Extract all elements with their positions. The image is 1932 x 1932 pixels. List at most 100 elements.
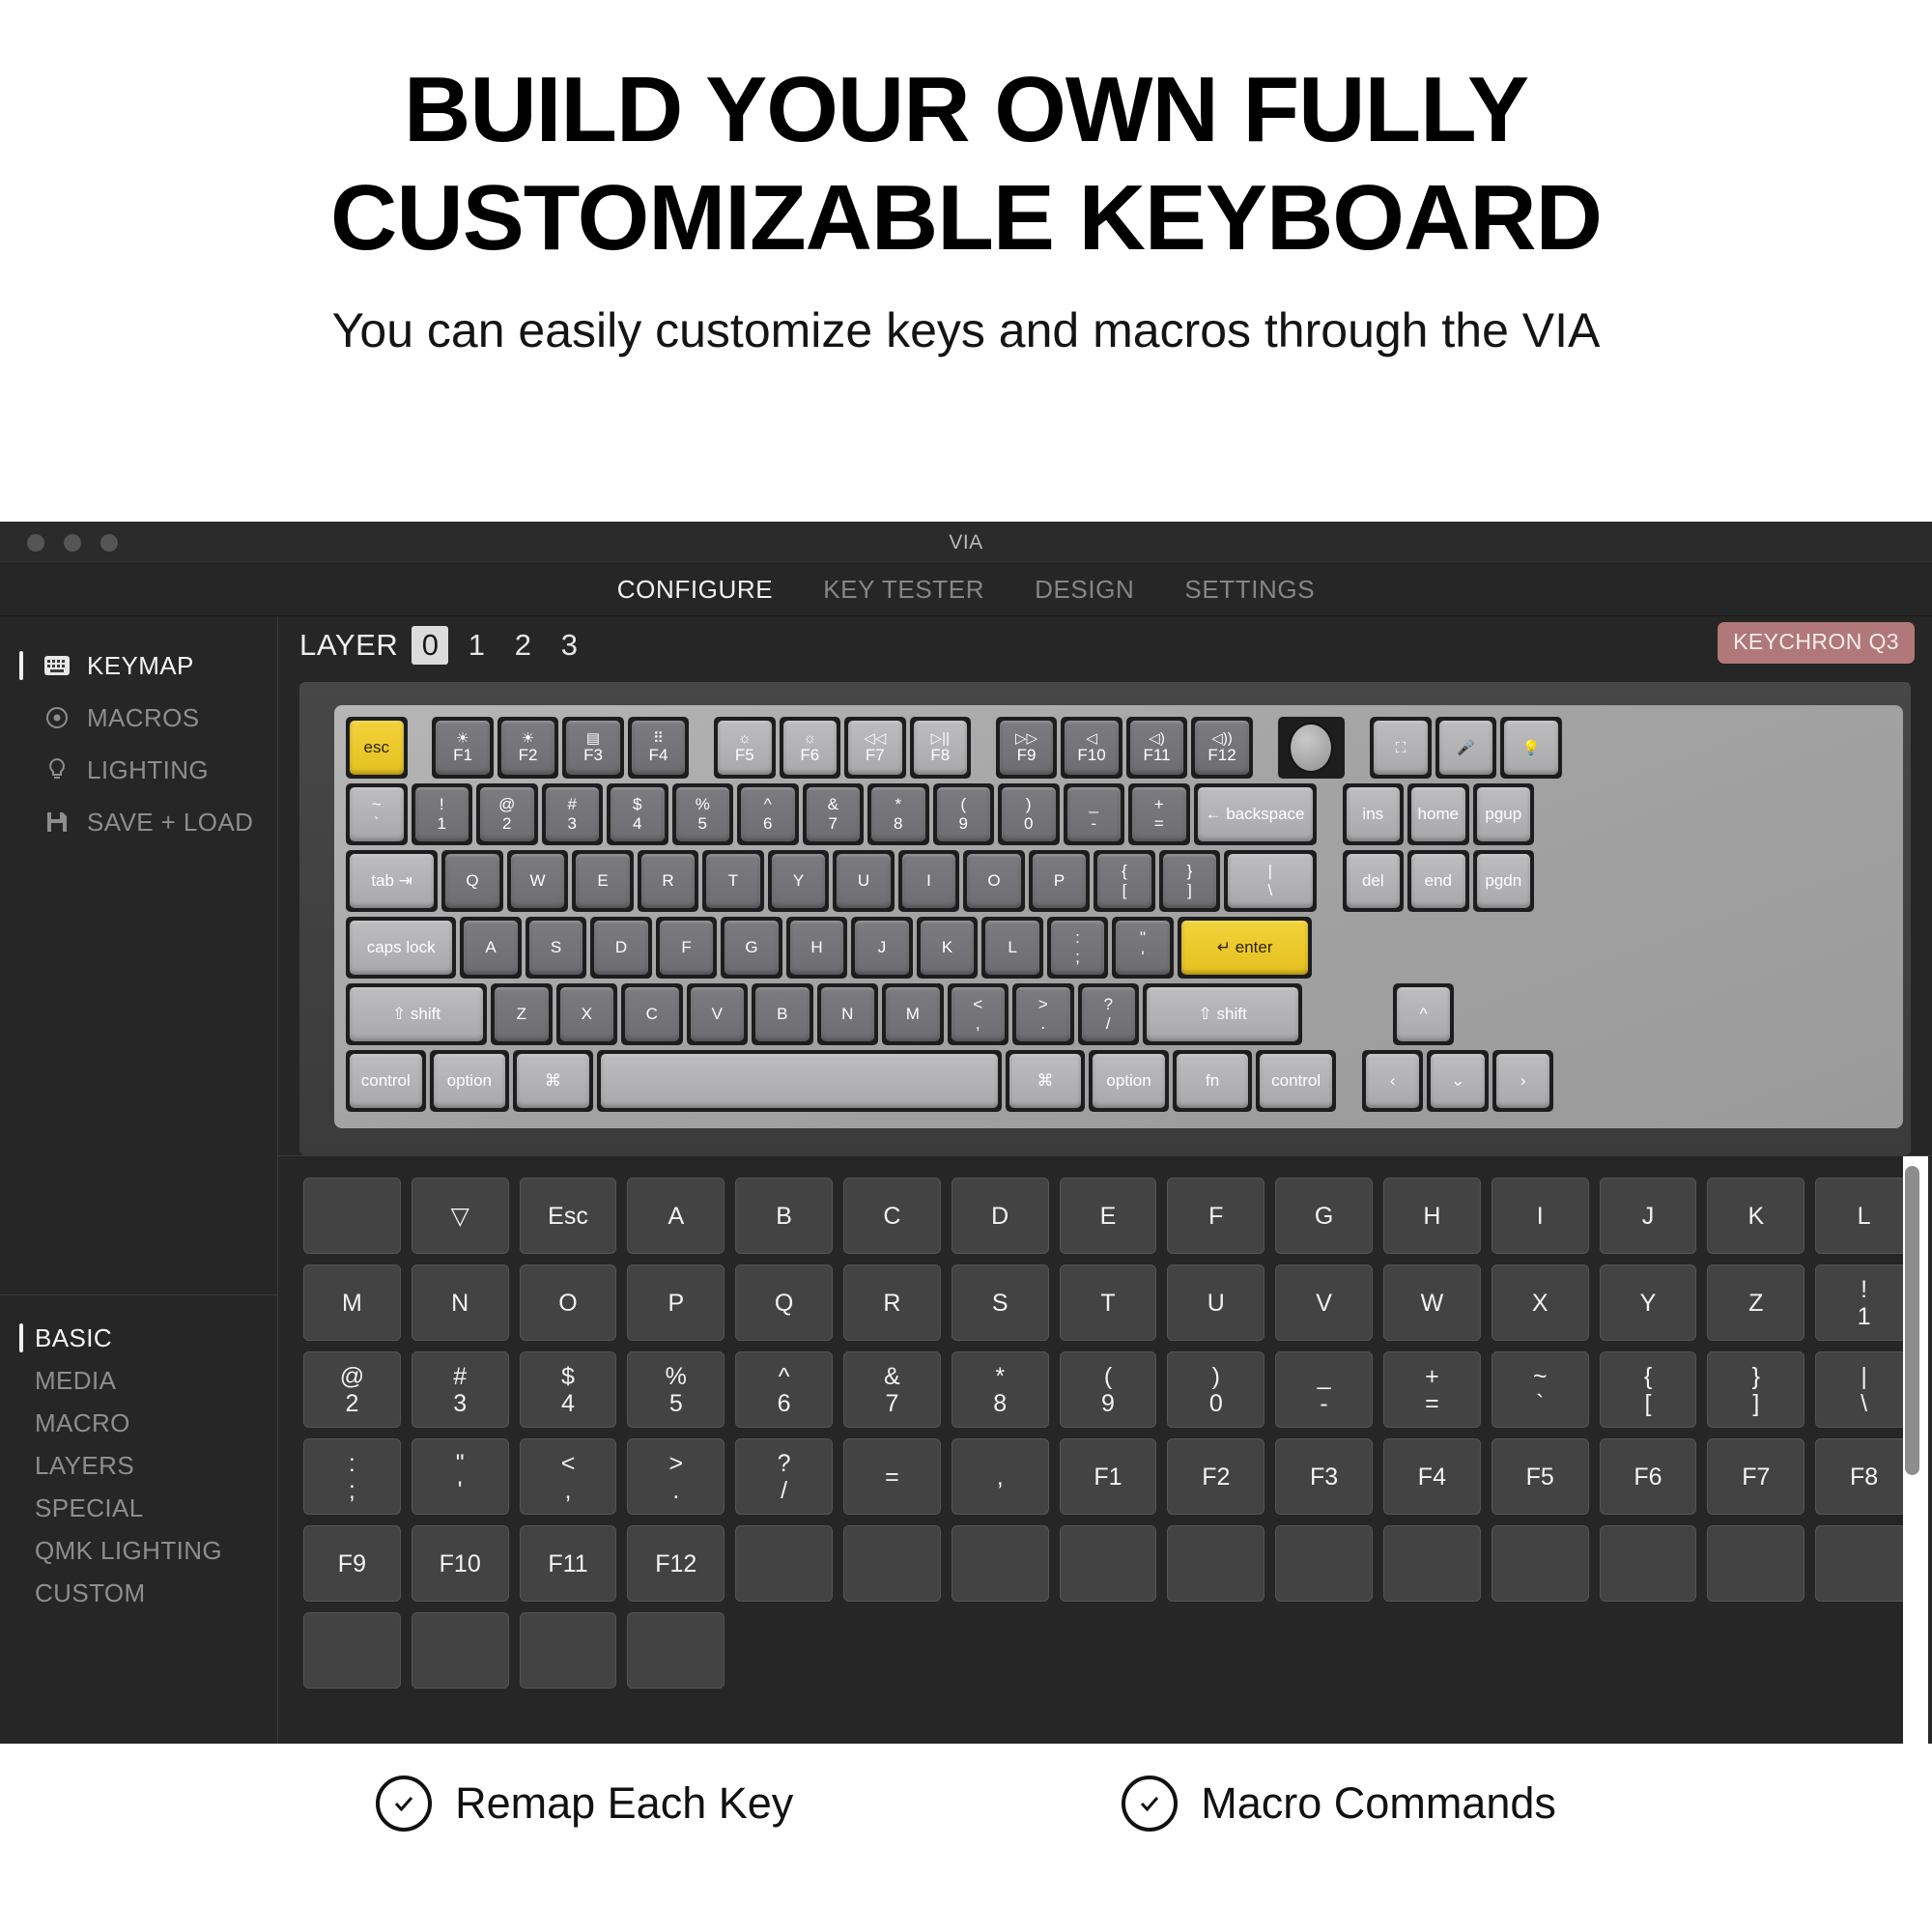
picker-key[interactable] [411, 1612, 509, 1689]
picker-key[interactable] [627, 1612, 725, 1689]
picker-key[interactable] [1059, 1525, 1157, 1602]
keyboard-key[interactable]: #3 [541, 783, 603, 845]
picker-key[interactable]: W [1383, 1264, 1481, 1341]
keycap[interactable]: <, [951, 987, 1006, 1041]
keyboard-key[interactable]: >. [1012, 983, 1074, 1045]
keycap[interactable]: U [837, 854, 891, 908]
keycap[interactable]: ▷|| F8 [913, 721, 968, 775]
tab-key-tester[interactable]: KEY TESTER [823, 575, 984, 605]
keyboard-key[interactable]: J [851, 917, 913, 979]
picker-key[interactable]: $4 [519, 1351, 617, 1428]
keycap[interactable]: ◁◁ F7 [848, 721, 902, 775]
keyboard-key[interactable]: " ' [1112, 917, 1174, 979]
keycap[interactable]: $4 [611, 787, 665, 841]
picker-key[interactable]: = [843, 1438, 941, 1515]
keyboard-key[interactable]: Q [441, 850, 503, 912]
keyboard-key[interactable]: :; [1046, 917, 1109, 979]
keyboard-key[interactable]: O [963, 850, 1025, 912]
keycap[interactable]: B [755, 987, 810, 1041]
keyboard-key[interactable]: <, [947, 983, 1009, 1045]
picker-key[interactable]: :; [303, 1438, 401, 1515]
layer-option-0[interactable]: 0 [412, 626, 449, 665]
picker-key[interactable]: F2 [1167, 1438, 1265, 1515]
keycap[interactable]: {[ [1097, 854, 1151, 908]
keycap[interactable]: R [640, 854, 696, 908]
keycap[interactable]: I [901, 854, 956, 908]
keyboard-key[interactable]: del [1342, 850, 1405, 912]
sidebar-category-basic[interactable]: BASIC [0, 1317, 277, 1359]
keycap[interactable]: O [967, 854, 1021, 908]
keycap[interactable]: P [1032, 854, 1087, 908]
keyboard-key[interactable]: ↵ enter [1177, 917, 1313, 979]
picker-key[interactable]: F8 [1815, 1438, 1913, 1515]
keycap[interactable]: W [510, 854, 565, 908]
picker-key[interactable] [1383, 1525, 1481, 1602]
keyboard-key[interactable]: ▷▷ F9 [995, 717, 1058, 779]
knob-icon[interactable] [1289, 723, 1334, 773]
keyboard-key[interactable]: ⇧ shift [1143, 983, 1303, 1045]
keycap[interactable]: E [576, 854, 630, 908]
keycap[interactable]: Y [771, 854, 826, 908]
keycap[interactable]: N [820, 987, 875, 1041]
picker-key[interactable]: F7 [1707, 1438, 1805, 1515]
keyboard-key[interactable]: ◁) F11 [1125, 717, 1188, 779]
keyboard-key[interactable]: I [897, 850, 960, 912]
keyboard-key[interactable]: control [346, 1050, 426, 1112]
picker-key[interactable]: F5 [1491, 1438, 1589, 1515]
sidebar-category-media[interactable]: MEDIA [0, 1359, 277, 1402]
keycap[interactable]: ins [1346, 787, 1401, 841]
keycap[interactable]: ◁ F10 [1065, 721, 1119, 775]
keyboard-key[interactable]: % 5 [671, 783, 733, 845]
keyboard-key[interactable]: › [1492, 1050, 1554, 1112]
picker-key[interactable]: ~ ` [1491, 1351, 1589, 1428]
picker-key[interactable]: >. [627, 1438, 725, 1515]
keyboard-key[interactable]: option [429, 1050, 510, 1112]
sidebar-item-macros[interactable]: MACROS [0, 692, 277, 744]
keycap[interactable]: >. [1016, 987, 1070, 1041]
keyboard-key[interactable]: ⛶ [1370, 717, 1432, 779]
picker-key[interactable]: F10 [411, 1525, 509, 1602]
picker-key[interactable]: #3 [411, 1351, 509, 1428]
picker-key[interactable]: ! 1 [1815, 1264, 1913, 1341]
picker-key[interactable]: * 8 [951, 1351, 1049, 1428]
keycap[interactable]: › [1495, 1054, 1550, 1108]
keycap[interactable]: ☼ F6 [782, 721, 838, 775]
picker-key[interactable]: S [951, 1264, 1049, 1341]
keyboard-key[interactable]: | \ [1224, 850, 1317, 912]
keycap[interactable]: ^ [1396, 987, 1451, 1041]
picker-key[interactable]: U [1167, 1264, 1265, 1341]
keyboard-key[interactable]: ⌄ [1427, 1050, 1489, 1112]
picker-key[interactable] [843, 1525, 941, 1602]
sidebar-category-layers[interactable]: LAYERS [0, 1444, 277, 1487]
picker-key[interactable]: _ - [1275, 1351, 1373, 1428]
keycap[interactable]: X [559, 987, 614, 1041]
picker-key[interactable]: G [1275, 1178, 1373, 1254]
keycap[interactable]: _ - [1066, 787, 1121, 841]
keycap[interactable]: end [1411, 854, 1465, 908]
picker-key[interactable]: ^ 6 [735, 1351, 833, 1428]
keycap[interactable]: ← backspace [1197, 787, 1313, 841]
sidebar-category-custom[interactable]: CUSTOM [0, 1572, 277, 1614]
keyboard-key[interactable]: * 8 [867, 783, 929, 845]
rotary-knob[interactable] [1277, 717, 1346, 779]
keyboard-key[interactable]: ⠿ F4 [627, 717, 690, 779]
keyboard-key[interactable]: $4 [607, 783, 668, 845]
picker-key[interactable]: I [1491, 1178, 1589, 1254]
keyboard-key[interactable]: pgdn [1472, 850, 1535, 912]
keycap[interactable]: ? / [1081, 987, 1136, 1041]
keycap[interactable]: ‹ [1365, 1054, 1420, 1108]
keycap[interactable]: :; [1050, 921, 1105, 975]
keycap[interactable]: J [855, 921, 909, 975]
keyboard-key[interactable]: L [981, 917, 1043, 979]
picker-key[interactable]: J [1599, 1178, 1697, 1254]
picker-key[interactable]: | \ [1815, 1351, 1913, 1428]
keyboard-key[interactable]: (9 [932, 783, 994, 845]
keycap[interactable]: ↵ enter [1180, 921, 1309, 975]
keyboard-key[interactable]: & 7 [802, 783, 864, 845]
sidebar-category-qmk-lighting[interactable]: QMK LIGHTING [0, 1529, 277, 1572]
keyboard-key[interactable]: home [1407, 783, 1469, 845]
picker-key[interactable]: (9 [1059, 1351, 1157, 1428]
keyboard-key[interactable]: ▷|| F8 [909, 717, 972, 779]
picker-key[interactable]: }] [1707, 1351, 1805, 1428]
keyboard-key[interactable]: T [702, 850, 764, 912]
